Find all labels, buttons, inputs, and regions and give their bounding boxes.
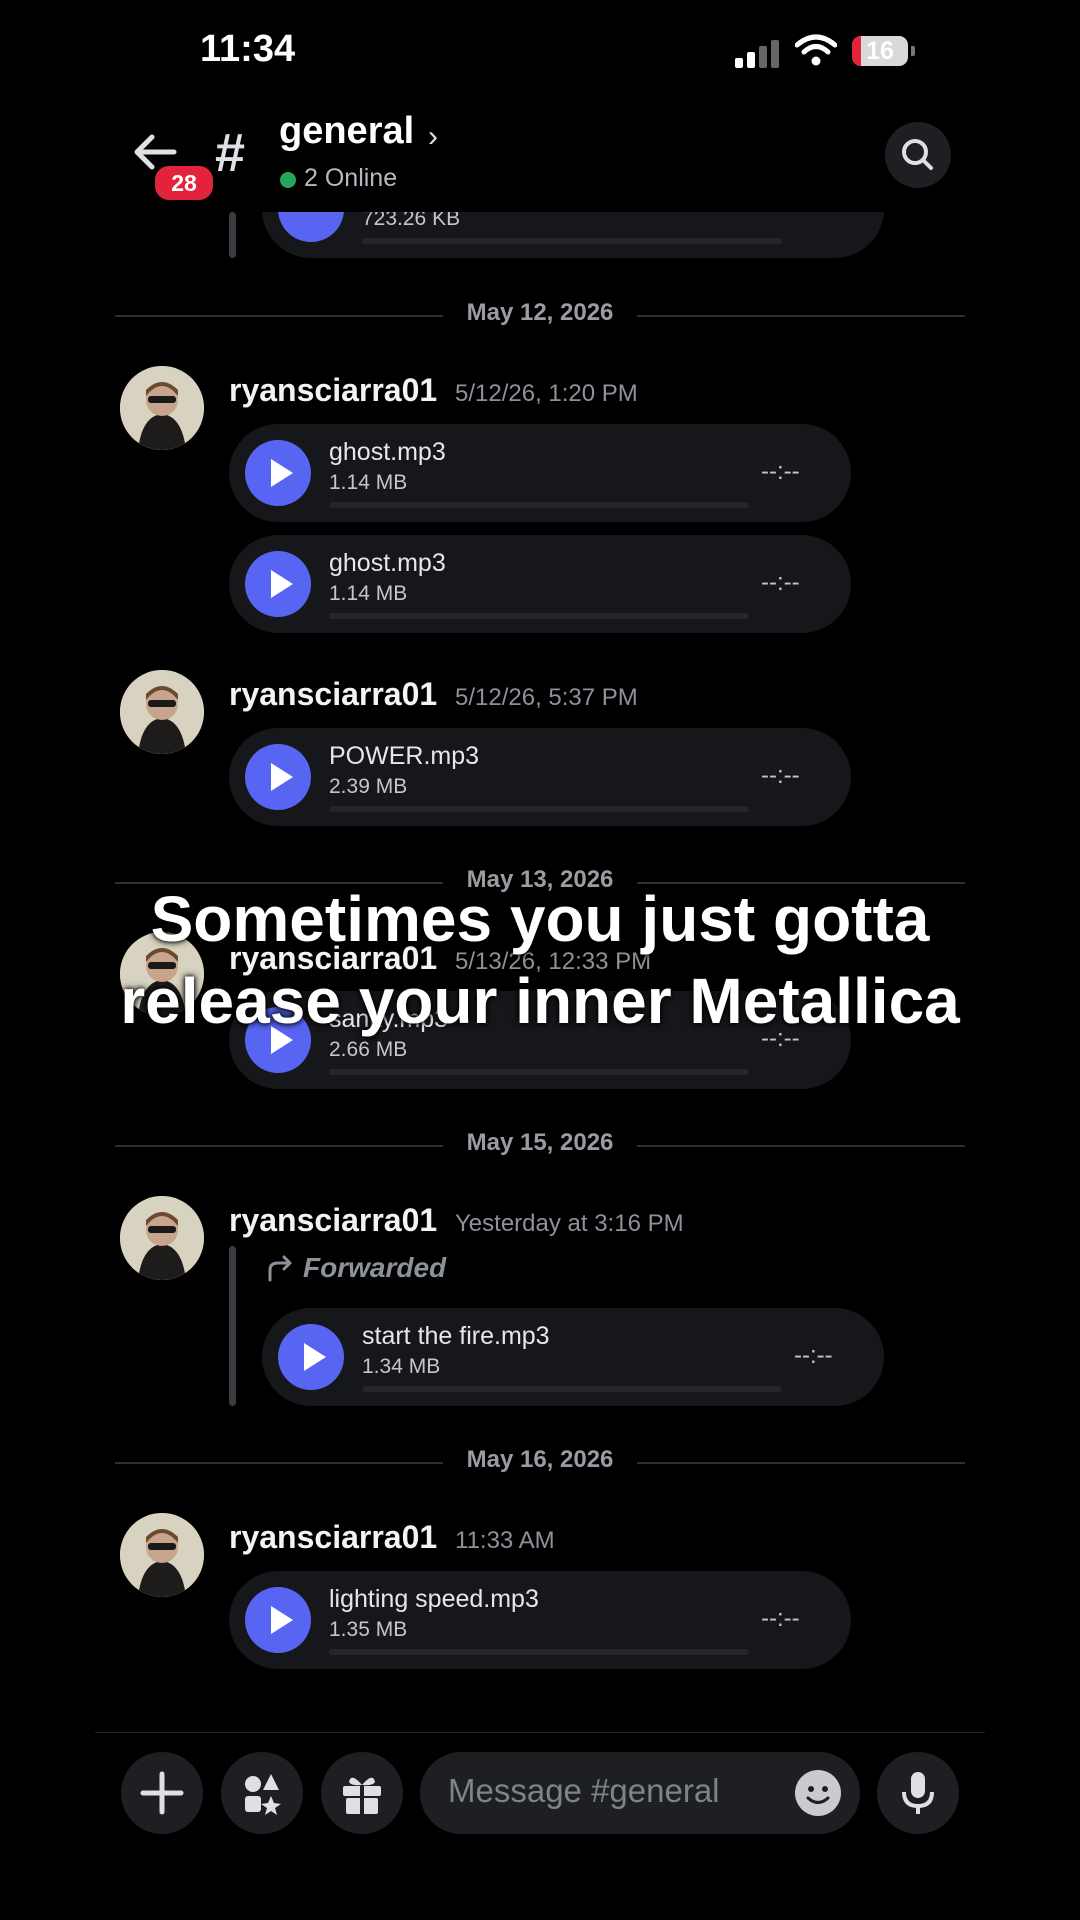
attachment-size: 1.14 MB: [329, 471, 408, 494]
audio-attachment[interactable]: ghost.mp3 1.14 MB --:--: [229, 535, 851, 633]
attachment-duration: --:--: [761, 569, 800, 596]
battery-tip: [911, 46, 915, 56]
overlay-caption: Sometimes you just gotta release your in…: [0, 878, 1080, 1042]
attachment-size: 1.35 MB: [329, 1618, 408, 1641]
attachment-duration: --:--: [794, 1342, 833, 1369]
play-icon: [271, 763, 293, 791]
audio-attachment[interactable]: POWER.mp3 2.39 MB --:--: [229, 728, 851, 826]
online-count: 2 Online: [304, 164, 398, 192]
unread-badge: 28: [152, 163, 216, 203]
attachment-duration: --:--: [761, 762, 800, 789]
progress-track[interactable]: [329, 613, 749, 619]
message-timestamp: 11:33 AM: [455, 1527, 555, 1554]
play-button[interactable]: [245, 1587, 311, 1653]
attachment-size: 1.14 MB: [329, 582, 408, 605]
progress-track[interactable]: [362, 1386, 782, 1392]
avatar[interactable]: [120, 366, 204, 450]
message-input-placeholder: Message #general: [448, 1772, 720, 1809]
progress-track[interactable]: [362, 238, 782, 244]
forward-bar: [229, 212, 236, 258]
forward-bar: [229, 1246, 236, 1406]
avatar[interactable]: [120, 670, 204, 754]
microphone-icon: [902, 1772, 934, 1814]
message-input[interactable]: Message #general: [420, 1752, 860, 1834]
avatar[interactable]: [120, 1196, 204, 1280]
attachment-size: 2.39 MB: [329, 775, 408, 798]
gift-button[interactable]: [321, 1752, 403, 1834]
attachment-duration: --:--: [761, 1605, 800, 1632]
online-status-dot: [280, 172, 296, 188]
voice-message-button[interactable]: [877, 1752, 959, 1834]
forward-arrow-icon: [268, 1255, 292, 1282]
add-attachment-button[interactable]: [121, 1752, 203, 1834]
play-icon: [271, 1606, 293, 1634]
plus-icon: [140, 1771, 184, 1815]
avatar[interactable]: [120, 1513, 204, 1597]
username[interactable]: ryansciarra01: [229, 372, 437, 409]
search-icon: [902, 139, 933, 170]
message-timestamp: 5/12/26, 5:37 PM: [455, 684, 638, 711]
play-icon: [271, 459, 293, 487]
channel-title[interactable]: general: [279, 110, 414, 153]
apps-icon: [245, 1774, 281, 1815]
progress-track[interactable]: [329, 502, 749, 508]
chevron-right-icon[interactable]: ›: [428, 120, 438, 154]
composer-divider: [95, 1732, 985, 1733]
emoji-icon[interactable]: [795, 1770, 841, 1816]
attachment-name[interactable]: POWER.mp3: [329, 742, 479, 771]
audio-attachment[interactable]: lighting speed.mp3 1.35 MB --:--: [229, 1571, 851, 1669]
username[interactable]: ryansciarra01: [229, 676, 437, 713]
play-button[interactable]: [278, 1324, 344, 1390]
play-icon: [304, 1343, 326, 1371]
search-button[interactable]: [885, 122, 951, 188]
attachment-name[interactable]: lighting speed.mp3: [329, 1585, 539, 1614]
attachment-name[interactable]: ghost.mp3: [329, 549, 446, 578]
wifi-icon: [795, 34, 837, 66]
message-timestamp: Yesterday at 3:16 PM: [455, 1210, 684, 1237]
audio-attachment[interactable]: start the fire.mp3 1.34 MB --:--: [262, 1308, 884, 1406]
progress-track[interactable]: [329, 1069, 749, 1075]
forwarded-label: Forwarded: [303, 1252, 447, 1283]
date-divider: May 12, 2026: [115, 299, 965, 331]
attachment-name[interactable]: start the fire.mp3: [362, 1322, 550, 1351]
attachment-duration: --:--: [761, 458, 800, 485]
date-divider: May 16, 2026: [115, 1446, 965, 1478]
caption-line: release your inner Metallica: [120, 965, 960, 1037]
play-icon: [271, 570, 293, 598]
channel-hash-icon: #: [215, 123, 246, 183]
play-button[interactable]: [245, 440, 311, 506]
message-timestamp: 5/12/26, 1:20 PM: [455, 380, 638, 407]
username[interactable]: ryansciarra01: [229, 1519, 437, 1556]
play-button[interactable]: [245, 744, 311, 810]
status-time: 11:34: [200, 28, 296, 70]
username[interactable]: ryansciarra01: [229, 1202, 437, 1239]
progress-track[interactable]: [329, 1649, 749, 1655]
date-divider: May 15, 2026: [115, 1129, 965, 1161]
battery-indicator: 16: [852, 36, 908, 66]
gift-icon: [343, 1777, 381, 1814]
caption-line: Sometimes you just gotta: [150, 883, 930, 955]
battery-level: 16: [866, 37, 894, 65]
attachment-name[interactable]: ghost.mp3: [329, 438, 446, 467]
audio-attachment[interactable]: ghost.mp3 1.14 MB --:--: [229, 424, 851, 522]
play-button[interactable]: [245, 551, 311, 617]
progress-track[interactable]: [329, 806, 749, 812]
cellular-signal-icon: [735, 40, 781, 68]
apps-button[interactable]: [221, 1752, 303, 1834]
attachment-size: 723.26 KB: [362, 207, 461, 230]
attachment-size: 1.34 MB: [362, 1355, 441, 1378]
